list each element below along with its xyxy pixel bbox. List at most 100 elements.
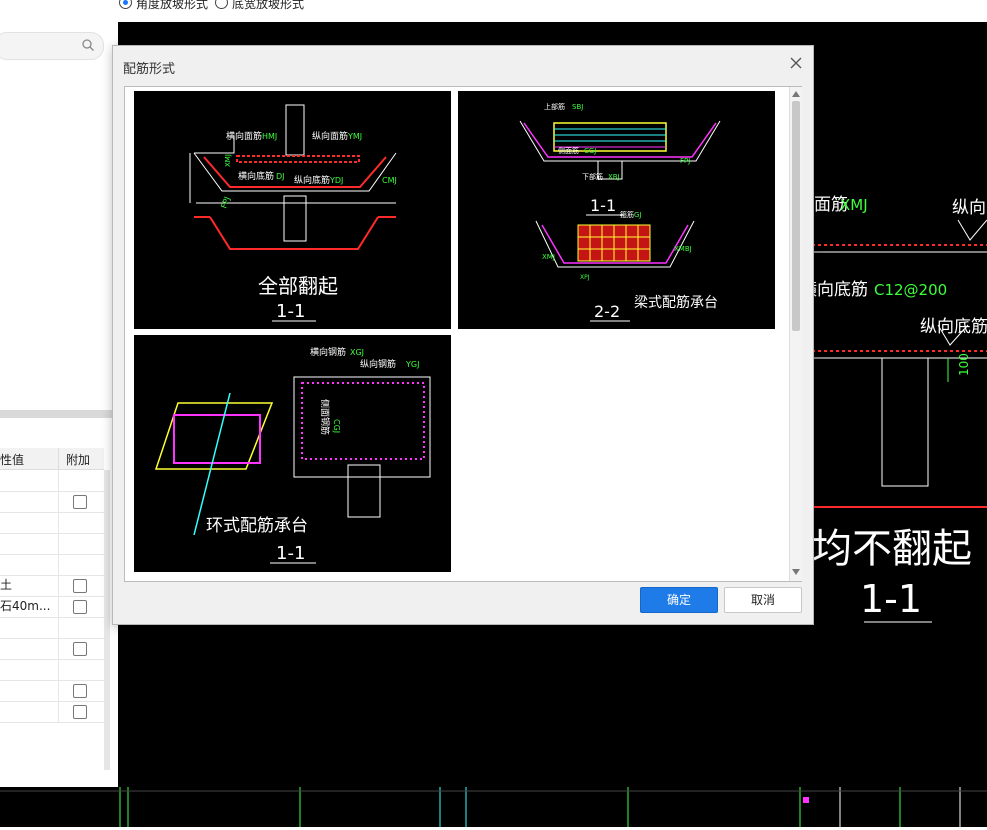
table-row[interactable]	[0, 512, 104, 534]
table-row[interactable]	[0, 659, 104, 681]
t1-section: 1-1	[276, 301, 305, 322]
t1-heng-mian: 横向面筋	[226, 130, 262, 142]
property-extra-cell	[59, 596, 104, 617]
dialog-title: 配筋形式	[123, 62, 176, 77]
property-extra-cell	[59, 470, 104, 491]
cad-label-zong: 纵向	[952, 198, 986, 218]
property-value[interactable]	[0, 659, 59, 680]
left-panel: 性值 附加 土石40m...	[0, 0, 113, 787]
property-value[interactable]	[0, 701, 59, 722]
cad-label-mian-code: XMJ	[840, 196, 868, 214]
thumbnail-grid: 横向面筋 HMJ 纵向面筋 YMJ 横向底筋 DJ 纵向底筋 YDJ CMJ F…	[124, 86, 802, 582]
radio-angle-slope[interactable]	[119, 0, 132, 9]
t1-heng-mian-code: HMJ	[262, 132, 277, 141]
property-value[interactable]: 土	[0, 575, 59, 596]
cad-bottom-strip	[0, 787, 987, 827]
t3-zong-code: YGJ	[405, 360, 419, 369]
t3-zong: 纵向钢筋	[360, 358, 396, 370]
t2-side-code: CGJ	[584, 147, 596, 155]
table-row[interactable]	[0, 680, 104, 702]
property-extra-cell	[59, 554, 104, 575]
t2-bottom: 下部筋	[582, 172, 603, 181]
property-extra-cell	[59, 512, 104, 533]
t2-fpj: FPJ	[680, 157, 690, 165]
t1-zong-mian-code: YMJ	[347, 132, 362, 141]
table-row[interactable]: 石40m...	[0, 596, 104, 618]
property-value[interactable]	[0, 617, 59, 638]
t2-name: 梁式配筋承台	[634, 294, 718, 311]
property-value[interactable]	[0, 554, 59, 575]
cad-bottom-drawing	[0, 787, 987, 827]
table-row[interactable]	[0, 554, 104, 576]
header-value: 性值	[0, 453, 25, 467]
extra-checkbox[interactable]	[73, 684, 87, 698]
property-value[interactable]	[0, 638, 59, 659]
property-value[interactable]	[0, 533, 59, 554]
property-extra-cell	[59, 575, 104, 596]
splitter[interactable]	[0, 410, 113, 418]
t2-side: 侧面筋	[558, 146, 579, 155]
scrollbar-thumb[interactable]	[792, 101, 800, 331]
property-value[interactable]	[0, 680, 59, 701]
extra-checkbox[interactable]	[73, 600, 87, 614]
slope-options: 角度放坡形式 底宽放坡形式	[113, 0, 987, 22]
t1-zong-di: 纵向底筋	[294, 174, 330, 186]
t3-section: 1-1	[276, 543, 305, 564]
property-extra-cell	[59, 533, 104, 554]
thumbnail-all-raised-drawing: 横向面筋 HMJ 纵向面筋 YMJ 横向底筋 DJ 纵向底筋 YDJ CMJ F…	[189, 104, 397, 322]
table-row[interactable]	[0, 470, 104, 492]
property-extra-cell	[59, 638, 104, 659]
thumbnail-beam-cap[interactable]: 上部筋 SBJ 侧面筋 CGJ 下部筋 XBJ FPJ 1-1 箍筋 GJ XM…	[458, 91, 775, 329]
property-value[interactable]	[0, 512, 59, 533]
t2-section-a: 1-1	[590, 196, 616, 215]
t2-xpj: XPJ	[580, 274, 590, 281]
cad-label-heng-di-code: C12@200	[874, 281, 947, 299]
scroll-down-icon[interactable]	[792, 569, 800, 575]
dialog-scrollbar[interactable]	[789, 87, 802, 581]
table-row[interactable]: 土	[0, 575, 104, 597]
t2-xmbj: XMBJ	[674, 245, 692, 253]
cancel-button[interactable]: 取消	[724, 587, 802, 613]
extra-checkbox[interactable]	[73, 495, 87, 509]
cad-label-zong-di: 纵向底筋	[920, 317, 987, 337]
t3-name: 环式配筋承台	[206, 516, 308, 536]
property-value[interactable]	[0, 470, 59, 491]
t2-gu-code: GJ	[634, 211, 642, 219]
search-icon[interactable]	[81, 38, 95, 52]
t3-heng-code: XGJ	[350, 348, 364, 357]
scrollbar[interactable]	[104, 470, 110, 770]
table-row[interactable]	[0, 638, 104, 660]
t1-zong-mian: 纵向面筋	[312, 130, 348, 142]
scroll-up-icon[interactable]	[792, 91, 800, 97]
extra-checkbox[interactable]	[73, 642, 87, 656]
t2-bottom-code: XBJ	[608, 173, 620, 181]
table-row[interactable]	[0, 491, 104, 513]
extra-checkbox[interactable]	[73, 705, 87, 719]
property-value[interactable]: 石40m...	[0, 596, 59, 617]
t1-fpj: FPJ	[219, 196, 231, 210]
property-table-header: 性值 附加	[0, 448, 104, 470]
t1-heng-di: 横向底筋	[238, 170, 274, 182]
search-input[interactable]	[0, 32, 104, 60]
radio-width-slope-label[interactable]: 底宽放坡形式	[232, 0, 304, 12]
property-extra-cell	[59, 680, 104, 701]
property-extra-cell	[59, 701, 104, 722]
radio-angle-slope-label[interactable]: 角度放坡形式	[136, 0, 208, 12]
property-extra-cell	[59, 659, 104, 680]
t2-section-b: 2-2	[594, 302, 620, 321]
property-value[interactable]	[0, 491, 59, 512]
thumbnail-ring-cap[interactable]: 横向钢筋 XGJ 纵向钢筋 YGJ 侧面钢筋 CGJ 环式配筋承台 1-1	[134, 335, 451, 572]
cad-dim-100: 100	[957, 353, 971, 376]
ok-button[interactable]: 确定	[640, 587, 718, 613]
close-icon[interactable]	[789, 56, 803, 70]
thumbnail-all-raised[interactable]: 横向面筋 HMJ 纵向面筋 YMJ 横向底筋 DJ 纵向底筋 YDJ CMJ F…	[134, 91, 451, 329]
thumbnail-beam-cap-drawing: 上部筋 SBJ 侧面筋 CGJ 下部筋 XBJ FPJ 1-1 箍筋 GJ XM…	[519, 102, 721, 322]
table-row[interactable]	[0, 533, 104, 555]
t2-top: 上部筋	[544, 102, 565, 111]
property-extra-cell	[59, 617, 104, 638]
radio-width-slope[interactable]	[215, 0, 228, 9]
table-row[interactable]	[0, 617, 104, 639]
extra-checkbox[interactable]	[73, 579, 87, 593]
table-row[interactable]	[0, 701, 104, 723]
t2-top-code: SBJ	[572, 103, 583, 111]
